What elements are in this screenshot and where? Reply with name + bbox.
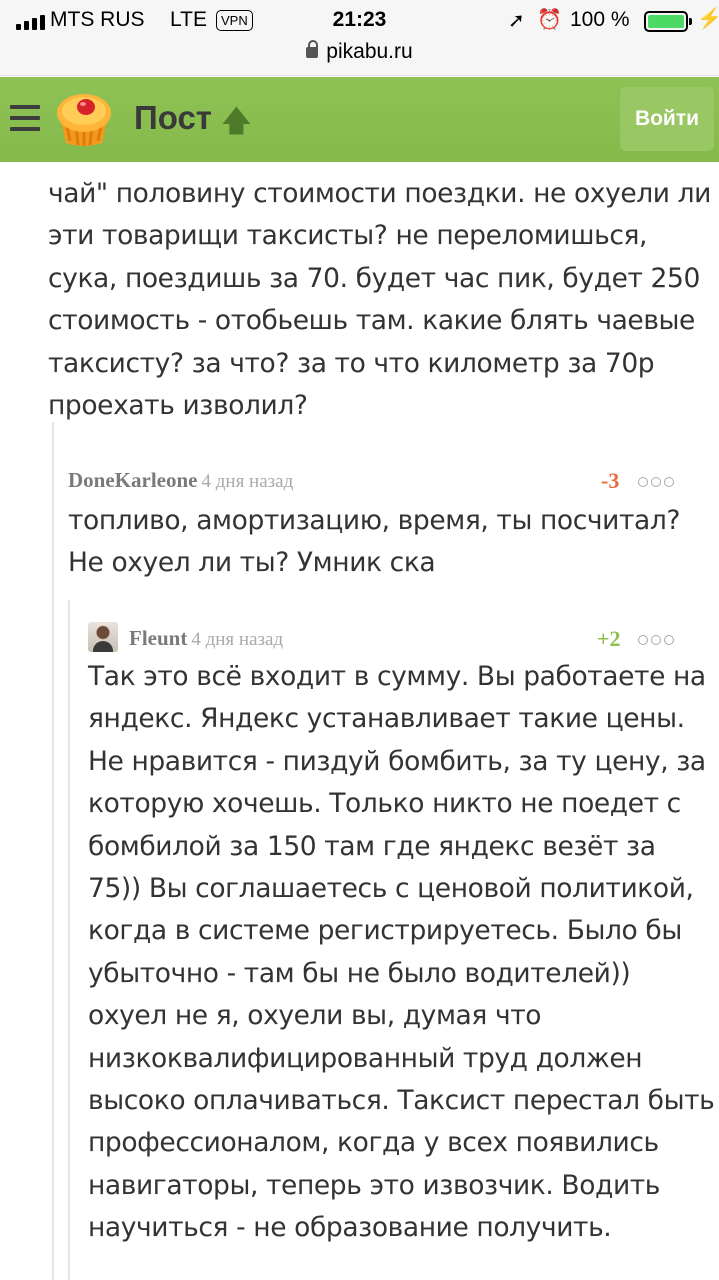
comment-header: DoneKarleone 4 дня назад bbox=[68, 468, 293, 493]
address-bar[interactable]: pikabu.ru bbox=[0, 40, 719, 64]
login-button[interactable]: Войти bbox=[620, 87, 714, 151]
battery-icon bbox=[644, 11, 692, 32]
pikabu-logo-icon[interactable] bbox=[52, 87, 116, 151]
comment-line: Не охуел ли ты? Умник ска bbox=[68, 547, 436, 579]
location-icon: ➚ bbox=[508, 10, 525, 32]
ios-status-bar: MTS RUS LTE VPN 21:23 ➚ ⏰ 100 % ⚡ pikabu… bbox=[0, 0, 719, 76]
hamburger-menu-icon[interactable] bbox=[10, 105, 40, 131]
comment-line: Не нравится - пиздуй бомбить, за ту цену… bbox=[88, 745, 706, 777]
comment-author[interactable]: DoneKarleone bbox=[68, 468, 197, 492]
url-text: pikabu.ru bbox=[326, 40, 413, 63]
comment-line: когда в системе регистрируетесь. Было бы bbox=[88, 915, 682, 947]
lock-icon bbox=[306, 40, 319, 58]
comment-line: стоимость - отобьешь там. какие блять ча… bbox=[48, 305, 695, 337]
comment-text: чай" половину стоимости поездки. не охуе… bbox=[48, 173, 711, 427]
comment-line: бомбилой за 150 там где яндекс везёт за bbox=[88, 830, 656, 862]
comment-line: которую хочешь. Только никто не поедет с bbox=[88, 788, 681, 820]
avatar[interactable] bbox=[88, 622, 118, 652]
comment-line: убыточно - там бы не было водителей)) bbox=[88, 957, 631, 989]
comment-line: топливо, амортизацию, время, ты посчитал… bbox=[68, 505, 681, 536]
comment-line: таксисту? за что? за то что километр за … bbox=[48, 347, 655, 379]
comment-line: профессионалом, когда у всех появились bbox=[88, 1127, 659, 1159]
comment-text: Так это всё входит в сумму. Вы работаете… bbox=[88, 656, 715, 1249]
site-header: Пост 🡅 Войти bbox=[0, 77, 719, 162]
comments-area: чай" половину стоимости поездки. не охуе… bbox=[0, 162, 719, 1280]
thread-line[interactable] bbox=[52, 422, 54, 1280]
comment-line: научиться - не образование получить. bbox=[88, 1212, 612, 1244]
comment-author[interactable]: Fleunt bbox=[129, 626, 187, 650]
comment-line: эти товарищи таксисты? не переломишься, bbox=[48, 220, 648, 252]
battery-percent: 100 % bbox=[570, 8, 630, 31]
comment-time: 4 дня назад bbox=[191, 629, 284, 650]
comment-line: высоко оплачиваться. Таксист перестал бы… bbox=[88, 1084, 715, 1116]
comment-header: Fleunt 4 дня назад bbox=[129, 626, 283, 651]
more-options-icon[interactable] bbox=[638, 632, 677, 649]
alarm-icon: ⏰ bbox=[537, 9, 562, 31]
comment-line: яндекс. Яндекс устанавливает такие цены. bbox=[88, 703, 685, 735]
comment-line: охуел не я, охуели вы, думая что bbox=[88, 1000, 542, 1032]
comment-rating: +2 bbox=[597, 626, 621, 651]
charging-icon: ⚡ bbox=[697, 8, 719, 30]
comment-line: навигаторы, теперь это извозчик. Водить bbox=[88, 1169, 661, 1201]
comment-line: 75)) Вы соглашаетесь с ценовой политикой… bbox=[88, 872, 694, 904]
more-options-icon[interactable] bbox=[638, 474, 677, 491]
page-title: Пост bbox=[134, 99, 212, 136]
comment-line: чай" половину стоимости поездки. не охуе… bbox=[48, 178, 712, 209]
comment-line: сука, поездишь за 70. будет час пик, буд… bbox=[48, 262, 700, 294]
comment-line: Так это всё входит в сумму. Вы работаете… bbox=[88, 661, 706, 692]
comment-text: топливо, амортизацию, время, ты посчитал… bbox=[68, 500, 680, 585]
comment-rating: -3 bbox=[601, 468, 620, 493]
comment-time: 4 дня назад bbox=[201, 471, 294, 492]
comment-line: низкоквалифицированный труд должен bbox=[88, 1042, 643, 1074]
thread-line[interactable] bbox=[68, 600, 70, 1280]
arrow-up-icon[interactable]: 🡅 bbox=[221, 99, 252, 150]
comment-line: проехать изволил? bbox=[48, 389, 308, 421]
